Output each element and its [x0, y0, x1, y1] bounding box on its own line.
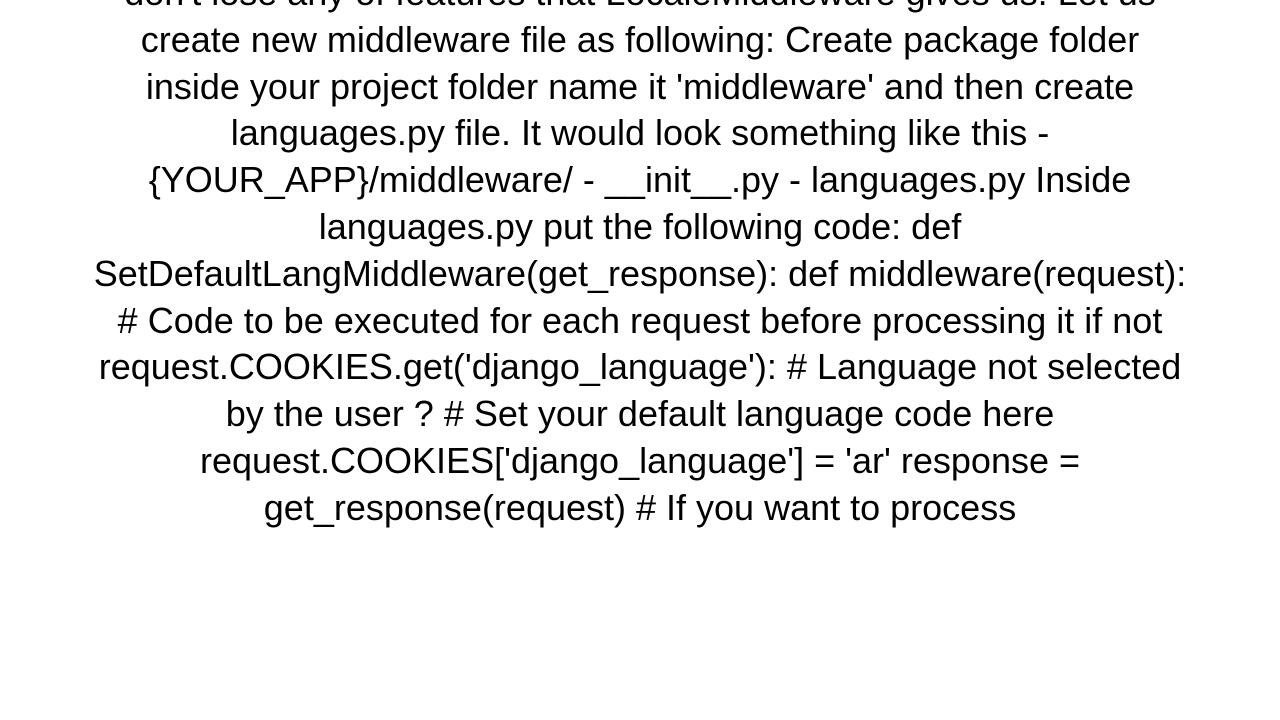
document-text: don't lose any of features that LocaleMi… — [90, 0, 1190, 532]
